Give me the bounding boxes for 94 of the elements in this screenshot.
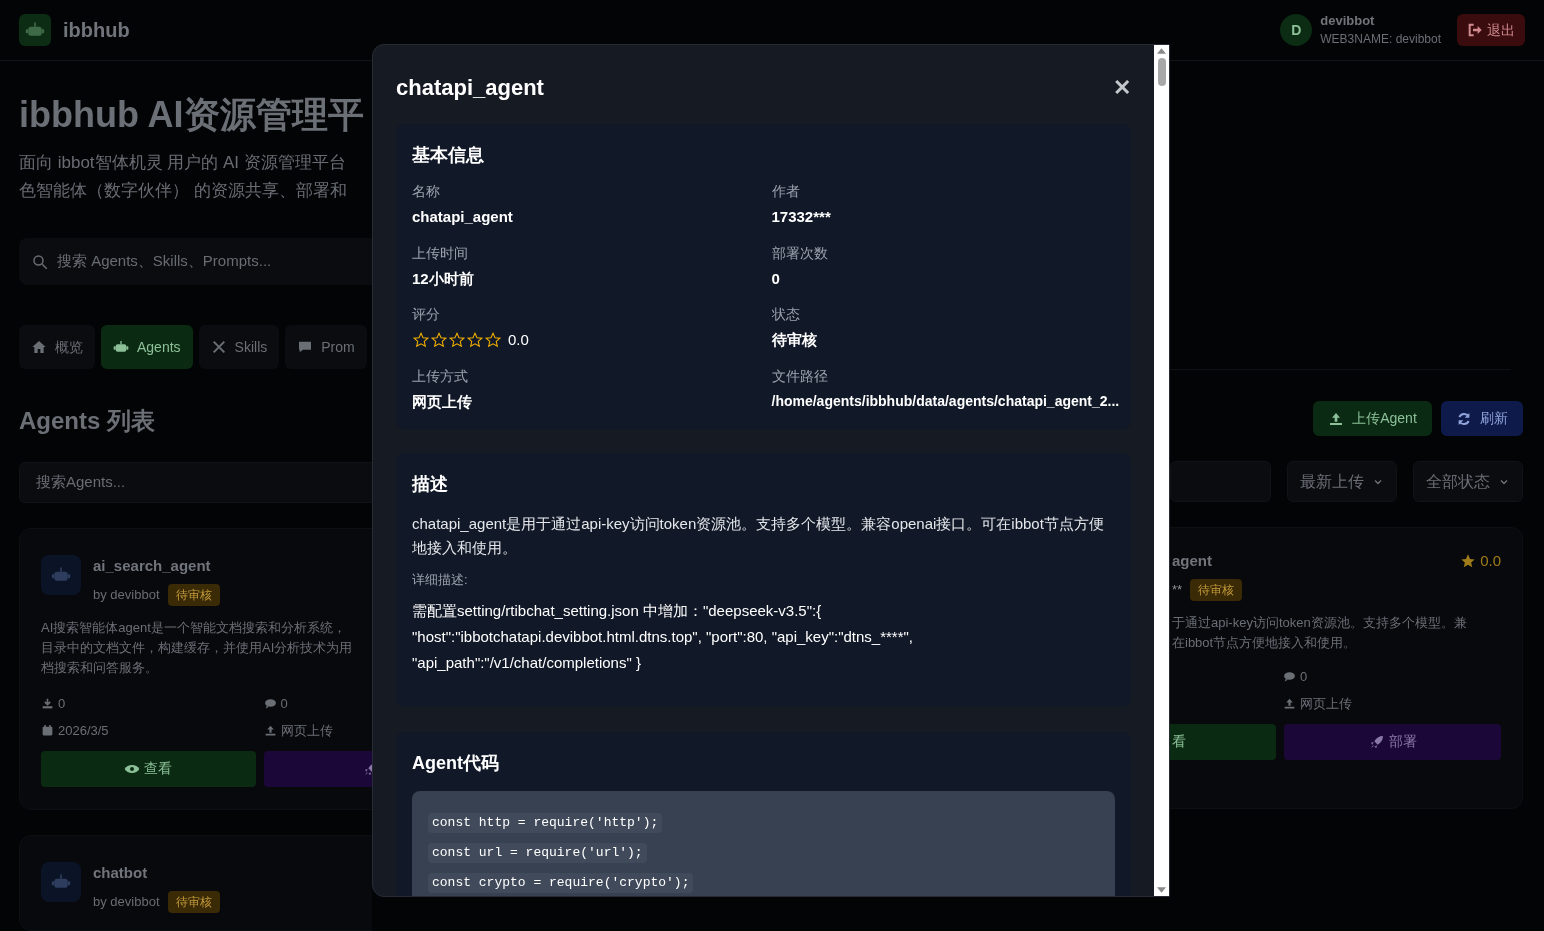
nav-tab[interactable]: Agents [101, 325, 193, 369]
star-icon [412, 331, 430, 350]
scroll-up-icon [1157, 48, 1166, 54]
scrollbar-thumb[interactable] [1157, 58, 1166, 86]
comment-icon [263, 696, 277, 710]
nav-tab[interactable]: 概览 [19, 325, 95, 369]
upload-icon [263, 724, 277, 738]
rocket-icon [1368, 733, 1385, 750]
field-label: 部署次数 [771, 243, 829, 263]
page-subtitle: 面向 ibbot智体机灵 用户的 AI 资源管理平台 [19, 152, 347, 174]
refresh-button[interactable]: 刷新 [1441, 401, 1523, 436]
star-icon [448, 331, 466, 350]
star-icon [430, 331, 448, 350]
detail-text: 需配置setting/rtibchat_setting.json 中增加："deepseek-v3.5":{ "host":"ibbotchatapi.devibbot.html.dtns.top", "port":80, "api_key":"dtns_****", "api_path":"/v1/chat/completions" } [412, 600, 915, 673]
agent-description: 在ibbot节点方便地接入和使用。 [1172, 633, 1358, 652]
dropdown-value: 全部状态 [1426, 471, 1490, 492]
filter-dropdown[interactable]: 全部状态 [1413, 461, 1523, 502]
agent-name: agent [1172, 551, 1213, 571]
field-value: 12小时前 [412, 268, 475, 289]
tools-icon [210, 339, 227, 355]
dropdown-value: 最新上传 [1300, 471, 1364, 492]
download-icon [41, 696, 54, 710]
field-label: 文件路径 [771, 366, 829, 386]
user-name: devibbot [1320, 12, 1376, 30]
comment-count: 0 [1300, 667, 1308, 686]
field-label: 状态 [771, 305, 801, 324]
section-heading: 基本信息 [412, 144, 485, 167]
filter-dropdown[interactable]: 最新上传 [1287, 461, 1397, 502]
search-placeholder: 搜索 Agents、Skills、Prompts... [57, 251, 272, 272]
home-icon [31, 339, 47, 355]
field-value: chatapi_agent [412, 207, 514, 227]
field-value: 0.0 [508, 330, 529, 350]
field-label: 评分 [412, 305, 441, 324]
download-count: 0 [58, 694, 66, 713]
agent-name: chatbot [93, 863, 149, 883]
comment-count: 0 [280, 694, 288, 713]
field-label: 上传时间 [412, 243, 469, 263]
search-icon [31, 252, 49, 271]
field-label: 上传方式 [412, 366, 469, 386]
star-icon [1460, 553, 1477, 570]
upload-method: 网页上传 [1300, 695, 1352, 713]
logout-button[interactable]: 退出 [1457, 14, 1525, 46]
search-field[interactable] [1170, 461, 1271, 502]
agent-author: ** [1172, 580, 1183, 599]
detail-label: 详细描述: [412, 571, 469, 589]
agent-author: by devibbot [93, 892, 160, 911]
section-heading: 描述 [412, 473, 449, 496]
upload-method: 网页上传 [280, 722, 333, 740]
status-badge: 待审核 [1190, 578, 1243, 601]
chat-icon [297, 339, 314, 355]
rating-value: 0.0 [1480, 551, 1501, 571]
web3-name: WEB3NAME: devibbot [1320, 31, 1441, 48]
view-button[interactable]: 看 [1170, 723, 1276, 760]
field-value: 网页上传 [412, 391, 473, 412]
user-avatar: D [1280, 14, 1313, 46]
brand-name: ibbhub [63, 18, 130, 43]
field-label: 名称 [412, 182, 441, 201]
section-title: Agents 列表 [19, 406, 156, 436]
agent-description: 于通过api-key访问token资源池。支持多个模型。兼 [1172, 613, 1468, 632]
deploy-button[interactable]: 部署 [1284, 723, 1501, 760]
search-placeholder: 搜索Agents... [36, 472, 126, 493]
field-label: 作者 [771, 182, 801, 201]
nav-tab[interactable]: Skills [198, 325, 280, 369]
comment-icon [1283, 669, 1296, 683]
page-title: ibbhub AI资源管理平 [19, 93, 365, 137]
page-subtitle: 色智能体（数字伙伴） 的资源共享、部署和 [19, 180, 348, 202]
agent-search-field[interactable]: 搜索Agents... [19, 462, 372, 503]
logout-icon [1467, 22, 1483, 38]
agent-name: ai_search_agent [93, 556, 212, 576]
status-badge: 待审核 [167, 583, 220, 606]
upload-button[interactable]: 上传Agent [1313, 401, 1432, 436]
field-value: 0 [771, 268, 781, 289]
nav-tab[interactable]: Prom [285, 325, 367, 369]
refresh-icon [1456, 410, 1472, 427]
upload-icon [1283, 697, 1296, 711]
description-text: chatapi_agent是用于通过api-key访问token资源池。支持多个模型。兼容openai接口。可在ibbot节点方便地接入和使用。 [412, 514, 1105, 558]
field-value: 待审核 [771, 330, 818, 350]
calendar-icon [41, 724, 54, 738]
field-value: 17332*** [771, 207, 832, 227]
status-badge: 待审核 [167, 890, 220, 913]
star-icon [466, 331, 484, 350]
scroll-down-icon [1157, 887, 1166, 893]
section-heading: Agent代码 [412, 751, 500, 775]
agent-description: 目录中的文档文件，构建缓存，并使用AI分析技术为用 [41, 638, 354, 657]
close-button[interactable]: ✕ [1113, 76, 1131, 99]
scrollbar[interactable] [1154, 45, 1169, 896]
agent-author: by devibbot [93, 585, 160, 604]
star-icon [484, 331, 502, 350]
upload-date: 2026/3/5 [58, 722, 109, 740]
view-button[interactable]: 查看 [41, 750, 256, 787]
robot-icon [113, 339, 129, 355]
search-field[interactable]: 搜索 Agents、Skills、Prompts... [19, 238, 372, 285]
agent-description: 档搜索和问答服务。 [41, 658, 159, 677]
modal-title: chatapi_agent [396, 74, 544, 102]
